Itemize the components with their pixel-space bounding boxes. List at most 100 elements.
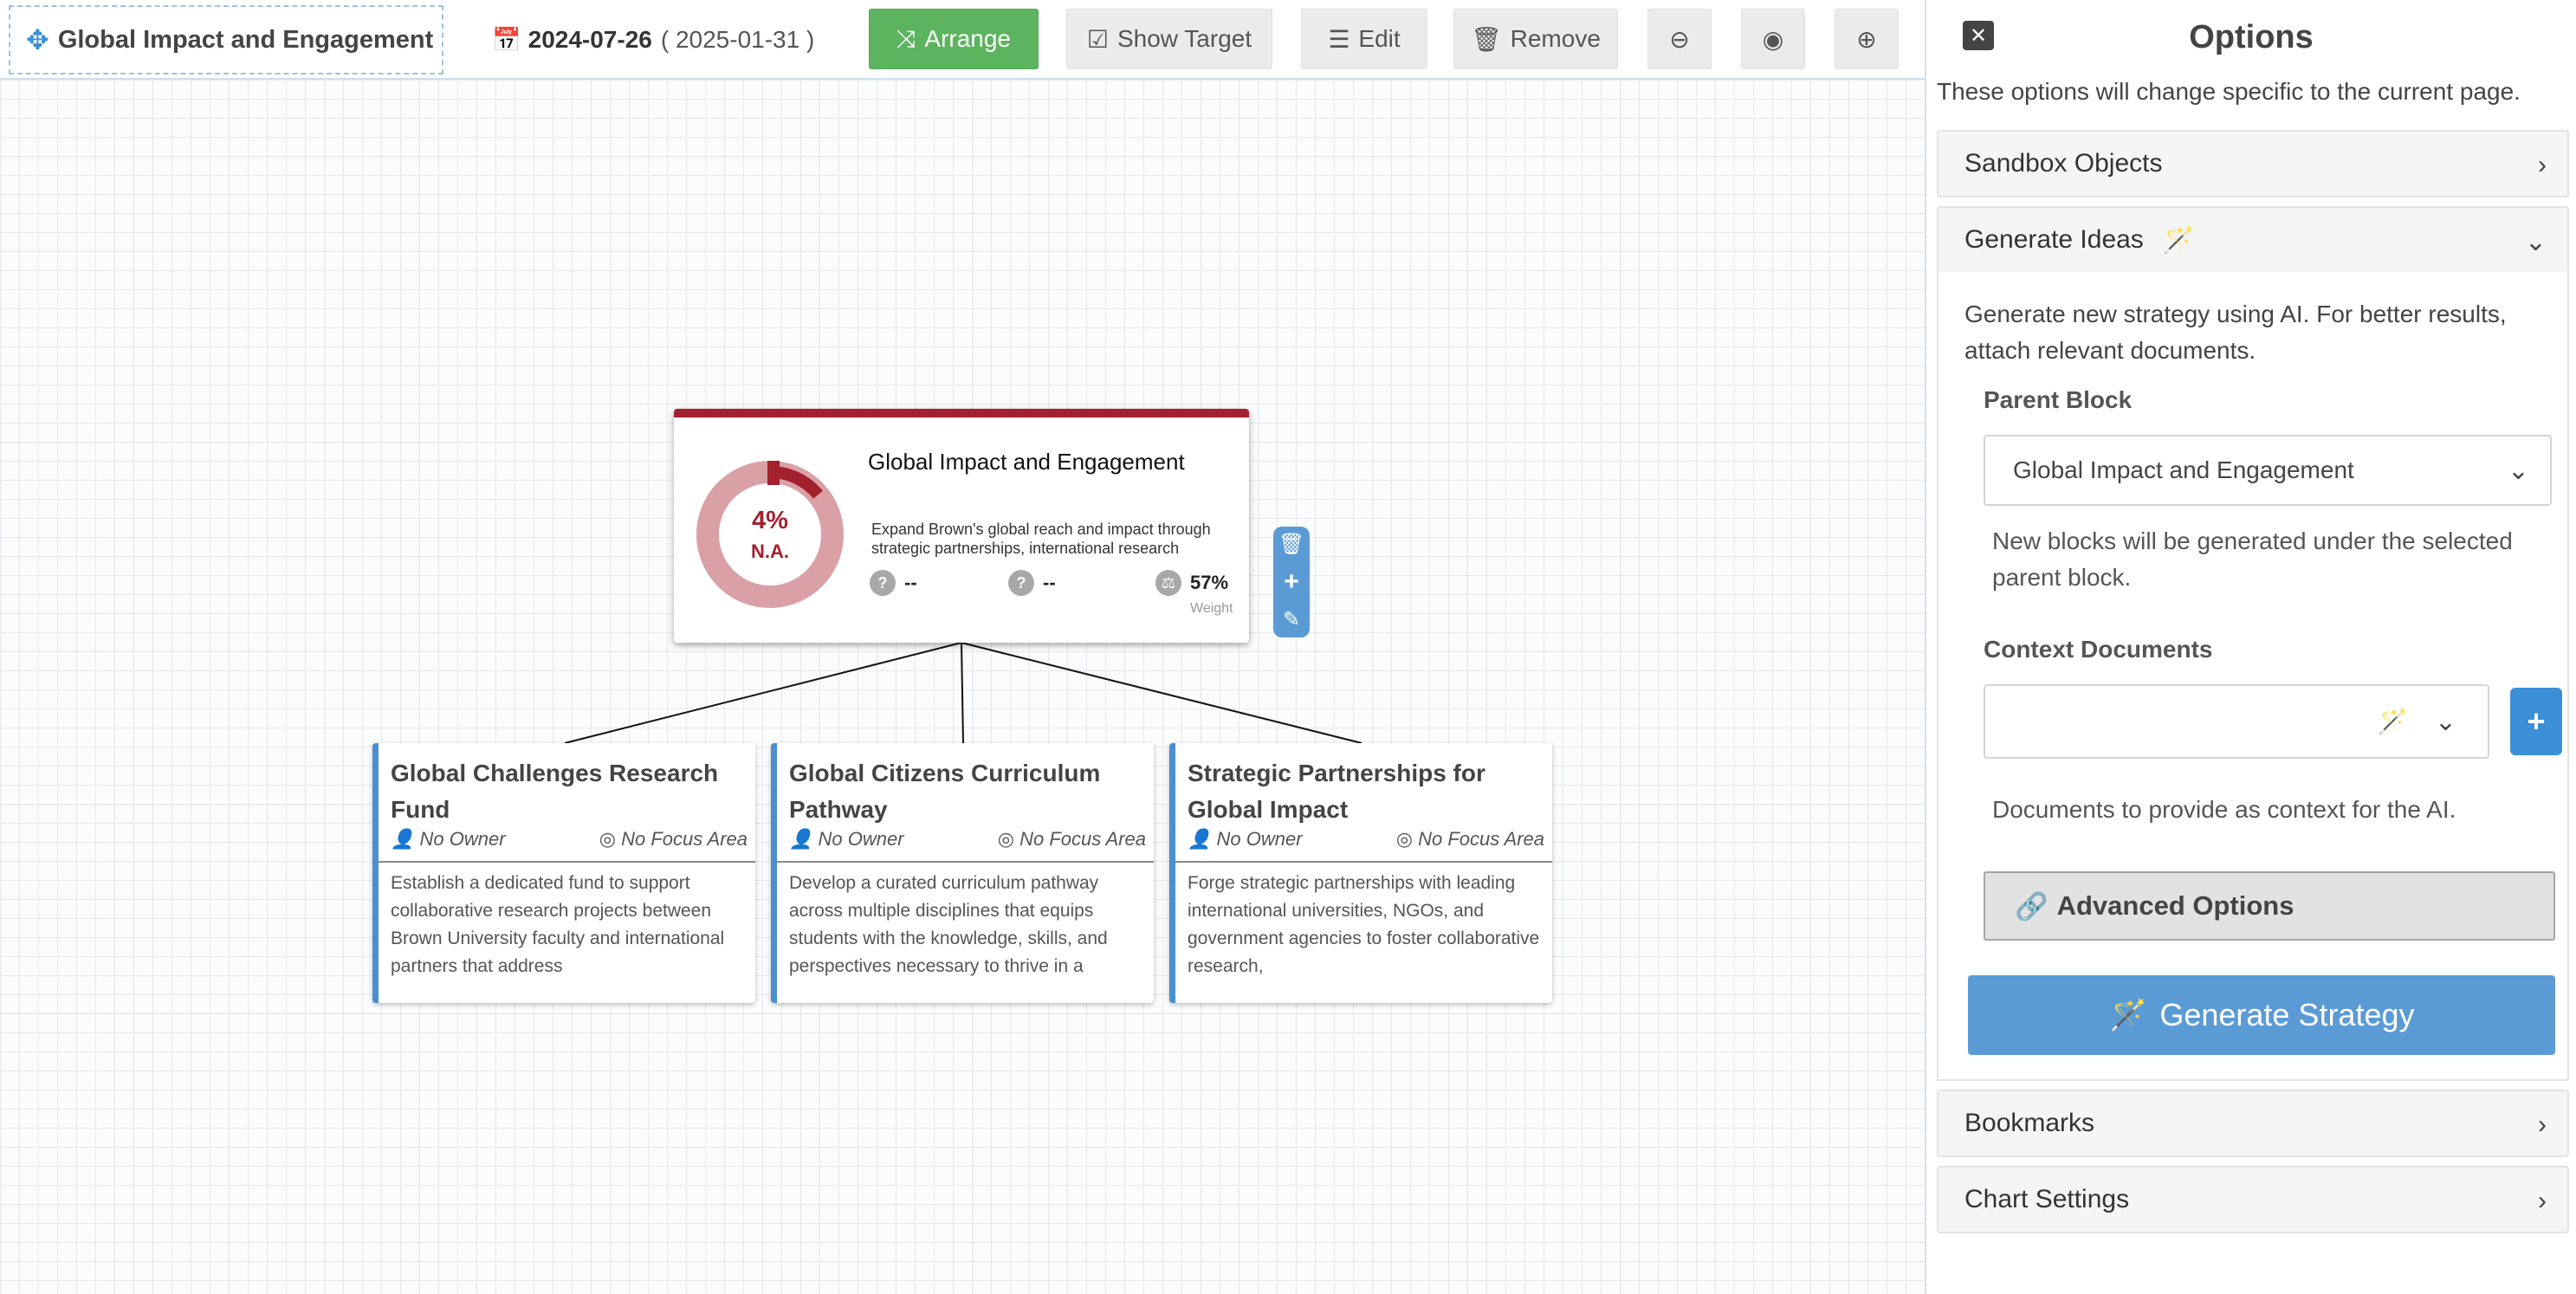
options-panel: ✕ Options These options will change spec… [1925, 0, 2576, 1294]
block-description: Expand Brown's global reach and impact t… [871, 521, 1211, 557]
context-documents-select[interactable]: 🪄 ⌄ [1984, 684, 2489, 759]
target-icon: ◎ [1395, 828, 1413, 850]
root-strategy-block[interactable]: 4% N.A. Global Impact and Engagement Exp… [674, 409, 1249, 643]
owner-label: 👤 No Owner [789, 828, 904, 856]
focus-text: No Focus Area [1418, 828, 1544, 850]
weight-value: 57% [1190, 572, 1229, 593]
child-title: Global Challenges Research Fund [391, 760, 719, 823]
crosshair-icon: ✥ [26, 24, 49, 55]
metric-2-value: -- [1043, 572, 1056, 593]
chevron-right-icon: › [2538, 1187, 2547, 1215]
target-icon: ◎ [997, 828, 1014, 850]
parent-block-select[interactable]: Global Impact and Engagement ⌄ [1984, 435, 2552, 506]
arrange-label: Arrange [924, 25, 1012, 52]
focus-text: No Focus Area [621, 828, 748, 850]
link-icon: 🔗 [2015, 890, 2049, 922]
edit-icon[interactable]: ✎ [1283, 607, 1300, 632]
owner-text: No Owner [419, 828, 506, 850]
child-title: Global Citizens Curriculum Pathway [789, 760, 1101, 823]
zoom-in-icon: ⊕ [1856, 25, 1877, 53]
child-block[interactable]: Global Challenges Research Fund 👤 No Own… [372, 743, 755, 1003]
add-icon[interactable]: + [1284, 567, 1299, 597]
generate-ideas-body: Generate new strategy using AI. For bett… [1937, 272, 2569, 1081]
child-title: Strategic Partnerships for Global Impact [1188, 760, 1485, 823]
focus-text: No Focus Area [1019, 828, 1146, 850]
trash-icon[interactable]: 🗑 [1278, 532, 1304, 557]
list-icon: ☰ [1328, 25, 1350, 53]
weight-label: Weight [1190, 601, 1233, 616]
parent-block-value: Global Impact and Engagement [2013, 456, 2354, 483]
weight-metric: ⚖ 57% Weight [1155, 570, 1233, 616]
generate-ideas-label: Generate Ideas [1964, 225, 2144, 254]
shuffle-icon: ⤨ [896, 24, 916, 52]
chevron-right-icon: › [2538, 151, 2547, 179]
child-description: Develop a curated curriculum pathway acr… [789, 873, 1108, 976]
child-meta: 👤 No Owner ◎ No Focus Area [391, 828, 748, 856]
top-toolbar: ✥ Global Impact and Engagement 📅 2024-07… [0, 0, 1925, 80]
child-meta: 👤 No Owner ◎ No Focus Area [789, 828, 1146, 856]
center-button[interactable]: ◉ [1741, 9, 1805, 69]
zoom-in-button[interactable]: ⊕ [1835, 9, 1899, 69]
sandbox-objects-section[interactable]: Sandbox Objects › [1937, 130, 2569, 197]
edit-button[interactable]: ☰ Edit [1301, 9, 1427, 69]
owner-text: No Owner [1216, 828, 1303, 850]
chevron-down-icon: ⌄ [2507, 456, 2529, 485]
page-title: Global Impact and Engagement [57, 25, 434, 54]
date-range[interactable]: 📅 2024-07-26 ( 2025-01-31 ) [492, 19, 814, 61]
current-date: 2024-07-26 [527, 26, 652, 53]
user-icon: 👤 [391, 828, 415, 850]
sandbox-objects-label: Sandbox Objects [1964, 149, 2163, 178]
child-block[interactable]: Global Citizens Curriculum Pathway 👤 No … [771, 743, 1154, 1003]
target-date: ( 2025-01-31 ) [660, 26, 815, 53]
user-icon: 👤 [1188, 828, 1212, 850]
zoom-out-button[interactable]: ⊖ [1647, 9, 1712, 69]
center-icon: ◉ [1762, 25, 1784, 53]
chart-settings-section[interactable]: Chart Settings › [1937, 1166, 2569, 1233]
calendar-icon: 📅 [492, 27, 521, 53]
chevron-down-icon: ⌄ [2524, 228, 2547, 256]
bookmarks-section[interactable]: Bookmarks › [1937, 1090, 2569, 1157]
block-title: Global Impact and Engagement [868, 449, 1185, 475]
gauge-label: 4% N.A. [695, 459, 845, 610]
metric-1-value: -- [904, 572, 917, 593]
child-meta: 👤 No Owner ◎ No Focus Area [1188, 828, 1544, 856]
edit-label: Edit [1358, 25, 1401, 52]
owner-label: 👤 No Owner [1188, 828, 1303, 856]
magic-wand-icon: 🪄 [2162, 225, 2196, 255]
owner-text: No Owner [818, 828, 904, 850]
weight-icon: ⚖ [1155, 570, 1181, 596]
chart-settings-label: Chart Settings [1964, 1185, 2130, 1213]
divider [379, 861, 755, 863]
metric-1: ? -- [870, 570, 917, 596]
parent-block-hint: New blocks will be generated under the s… [1992, 527, 2513, 591]
child-block[interactable]: Strategic Partnerships for Global Impact… [1169, 743, 1552, 1003]
child-description: Establish a dedicated fund to support co… [391, 873, 725, 976]
panel-subtitle: These options will change specific to th… [1937, 78, 2521, 105]
add-document-button[interactable]: + [2510, 688, 2562, 755]
strategy-canvas[interactable] [0, 80, 1925, 1294]
connector-lines [564, 642, 1362, 744]
metric-2: ? -- [1008, 570, 1056, 596]
checkbox-icon: ☑ [1086, 25, 1109, 53]
arrange-button[interactable]: ⤨ Arrange [869, 9, 1039, 69]
block-metrics: ? -- ? -- ⚖ 57% Weight [870, 570, 1233, 622]
advanced-options-button[interactable]: 🔗 Advanced Options [1984, 871, 2555, 941]
show-target-button[interactable]: ☑ Show Target [1066, 9, 1272, 69]
chevron-right-icon: › [2538, 1110, 2547, 1139]
generate-strategy-label: Generate Strategy [2159, 997, 2415, 1032]
remove-button[interactable]: 🗑 Remove [1453, 9, 1618, 69]
generate-ideas-section[interactable]: Generate Ideas 🪄 ⌄ [1937, 206, 2569, 274]
focus-label: ◎ No Focus Area [998, 828, 1146, 856]
divider [777, 861, 1154, 863]
remove-label: Remove [1510, 25, 1601, 52]
bookmarks-label: Bookmarks [1964, 1109, 2095, 1137]
progress-percent: 4% [752, 506, 788, 534]
magic-wand-icon: 🪄 [2378, 708, 2408, 734]
panel-title: Options [2189, 19, 2314, 55]
owner-label: 👤 No Owner [391, 828, 506, 856]
generate-strategy-button[interactable]: 🪄 Generate Strategy [1968, 975, 2555, 1055]
show-target-label: Show Target [1116, 25, 1252, 52]
chevron-down-icon: ⌄ [2434, 708, 2456, 736]
question-icon: ? [1008, 570, 1034, 596]
page-title-button[interactable]: ✥ Global Impact and Engagement [9, 5, 443, 74]
